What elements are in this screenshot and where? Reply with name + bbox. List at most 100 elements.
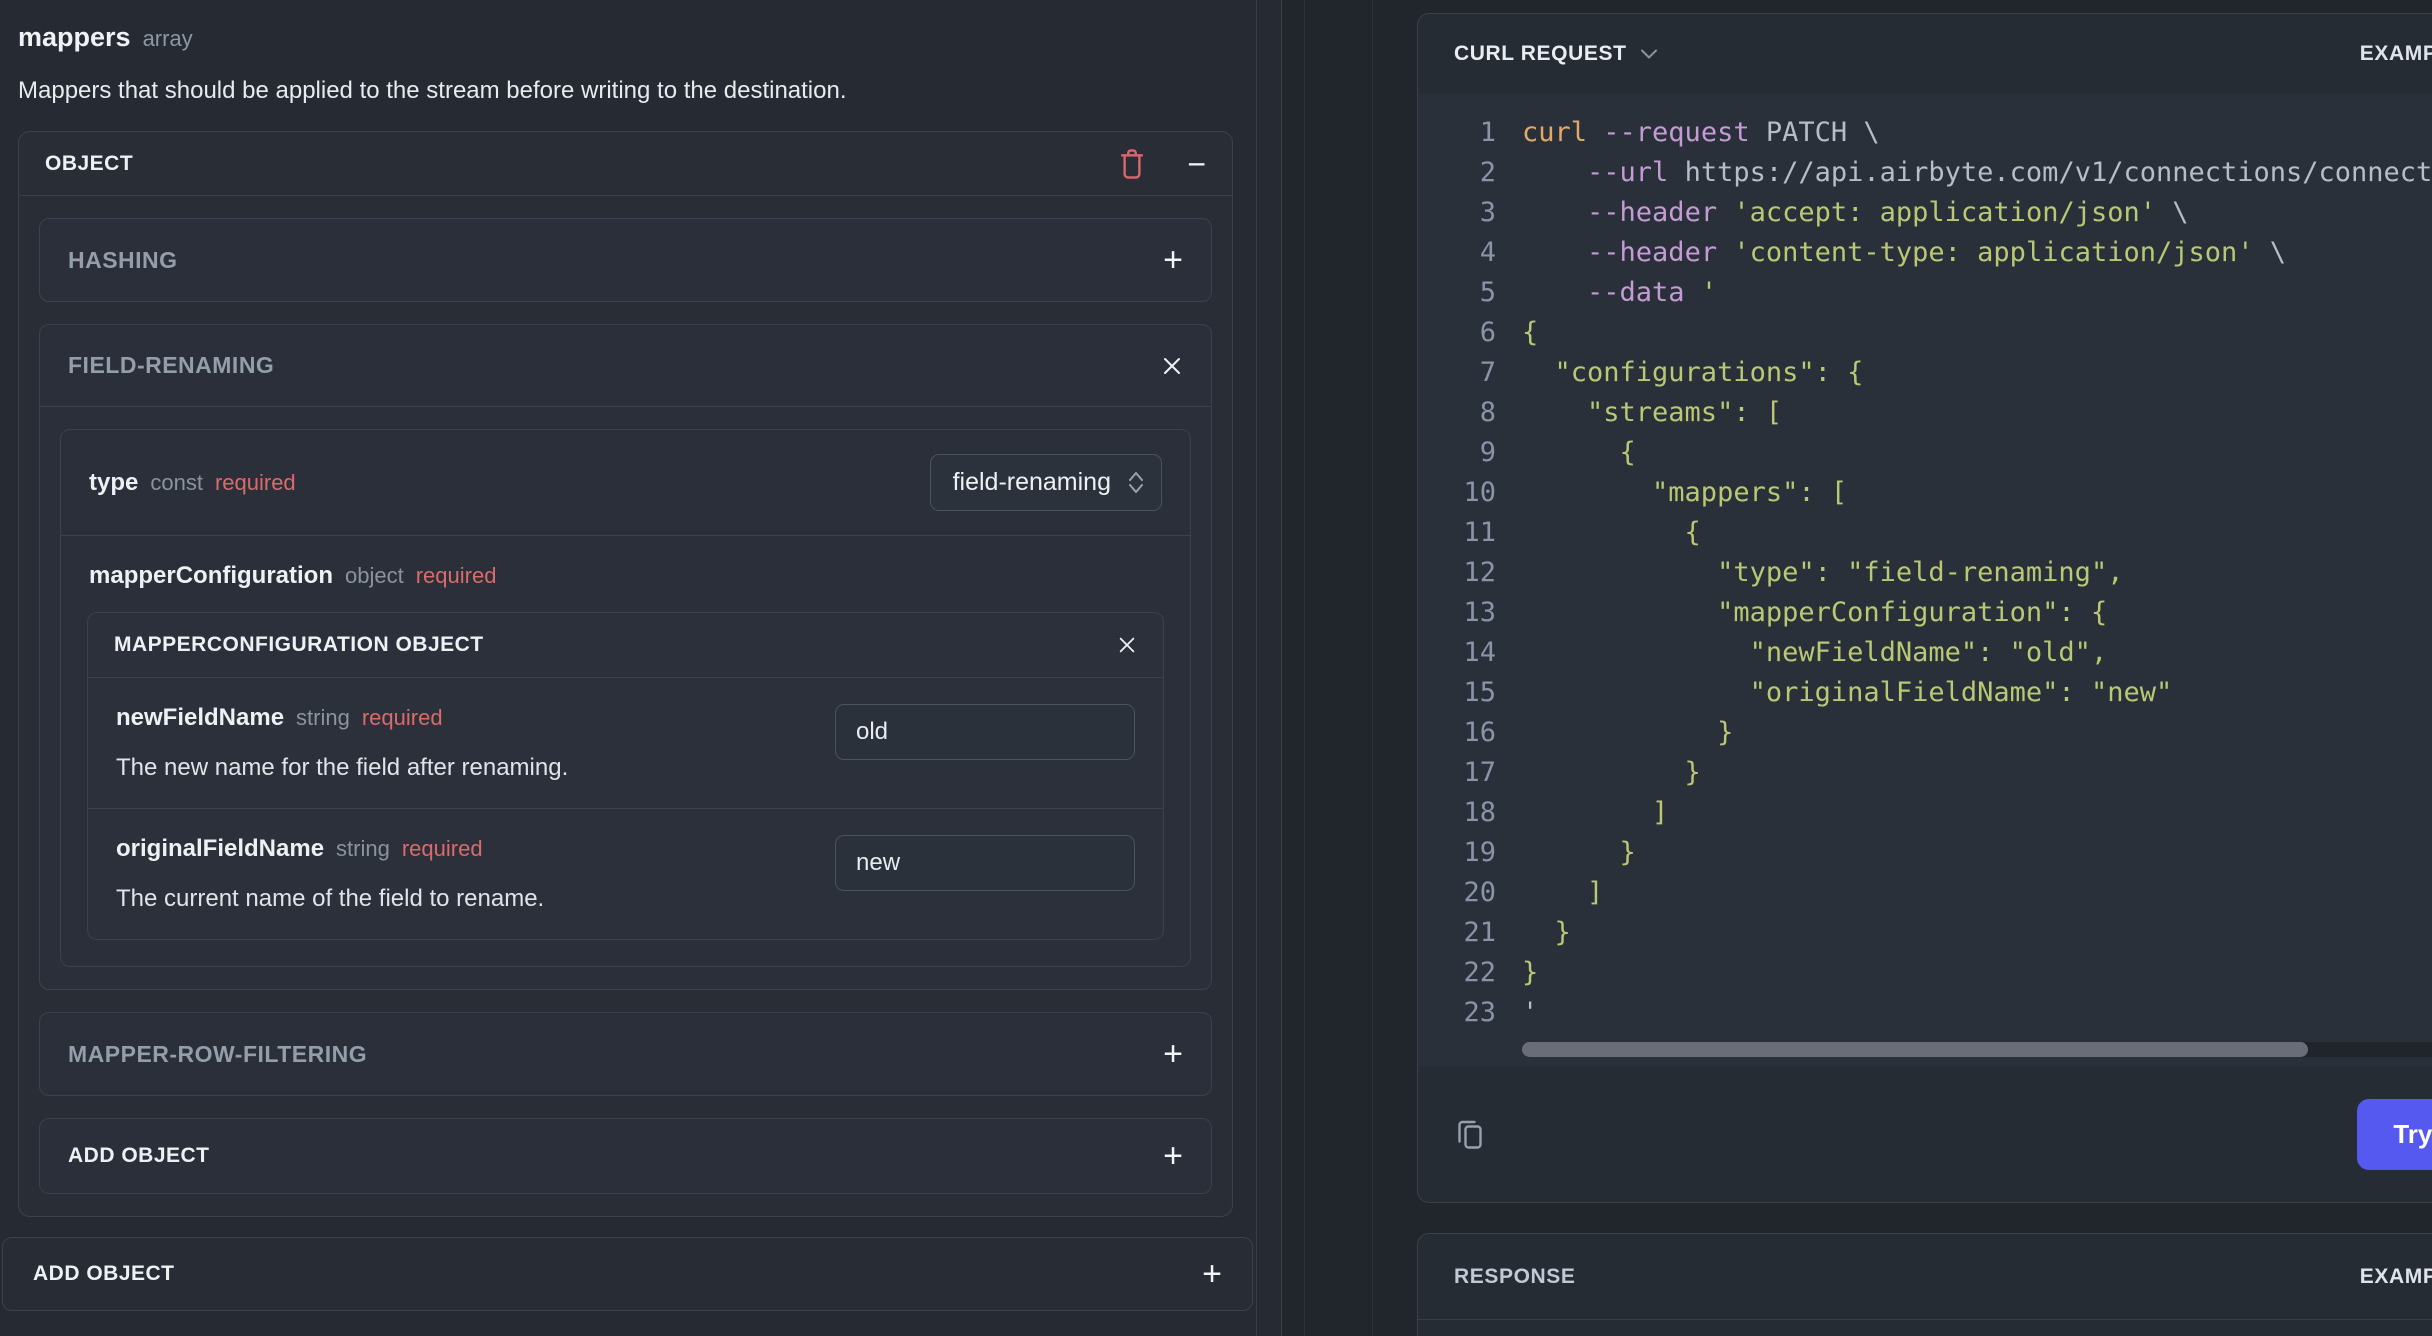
mapper-row-filtering-title: MAPPER-ROW-FILTERING	[68, 1040, 368, 1067]
code-line: 13 "mapperConfiguration": {	[1463, 596, 2108, 628]
hashing-header[interactable]: HASHING +	[40, 219, 1211, 301]
divider	[1372, 0, 1373, 1336]
copy-icon	[1458, 1120, 1482, 1149]
code-lines: 1 curl --request PATCH \ 2 --url https://a…	[1452, 112, 2432, 1032]
field-description: Mappers that should be applied to the st…	[18, 77, 847, 104]
type-field-required: required	[214, 469, 296, 495]
copy-button[interactable]	[1448, 1112, 1492, 1156]
response-card: RESPONSE EXAMPLES	[1417, 1233, 2432, 1336]
response-header: RESPONSE EXAMPLES	[1418, 1234, 2432, 1320]
mapper-configuration-row: mapperConfiguration object required	[61, 536, 1190, 612]
code-line: 16 }	[1463, 716, 1734, 748]
original-field-name-input[interactable]	[835, 835, 1135, 891]
minus-icon[interactable]: −	[1187, 148, 1206, 180]
code-line: 21 }	[1463, 916, 1571, 948]
hashing-title: HASHING	[68, 246, 178, 273]
add-object-outer-button[interactable]: ADD OBJECT +	[2, 1237, 1253, 1311]
code-line: 7 "configurations": {	[1479, 356, 1864, 388]
column-divider[interactable]	[1257, 0, 1282, 1336]
field-renaming-title: FIELD-RENAMING	[68, 352, 275, 378]
add-object-button[interactable]: ADD OBJECT +	[39, 1118, 1212, 1194]
curl-request-header: CURL REQUEST EXAMPLES	[1418, 14, 2432, 94]
original-field-name-row: originalFieldName string required The cu…	[88, 809, 1163, 939]
original-field-name-label: originalFieldName	[116, 835, 325, 862]
original-field-name-description: The current name of the field to rename.	[116, 885, 545, 912]
field-heading: mappers array	[18, 22, 1233, 53]
code-line: 22}	[1463, 956, 1539, 988]
code-line: 12 "type": "field-renaming",	[1463, 556, 2124, 588]
field-renaming-body: type const required field-renaming mappe…	[40, 407, 1211, 989]
mapper-configuration-kind: object	[345, 563, 404, 588]
code-line: 23 '	[1463, 996, 1539, 1028]
original-field-name-required: required	[401, 836, 483, 861]
examples-dropdown[interactable]: EXAMPLES	[2360, 42, 2432, 66]
trash-icon[interactable]	[1117, 148, 1147, 180]
examples-dropdown[interactable]: EXAMPLES	[2360, 1265, 2432, 1289]
curl-request-title: CURL REQUEST	[1454, 42, 1627, 65]
close-icon[interactable]	[1117, 635, 1137, 655]
code-line: 2 --url https://api.airbyte.com/v1/conne…	[1479, 156, 2432, 188]
original-field-name-kind: string	[336, 836, 390, 861]
new-field-name-row: newFieldName string required The new nam…	[88, 678, 1163, 808]
horizontal-scrollbar-thumb[interactable]	[1522, 1042, 2308, 1057]
code-line: 11 {	[1463, 516, 1701, 548]
new-field-name-description: The new name for the field after renamin…	[116, 754, 569, 781]
response-title: RESPONSE	[1454, 1264, 1576, 1288]
field-renaming-form: type const required field-renaming mappe…	[60, 429, 1191, 967]
plus-icon[interactable]: +	[1163, 1037, 1183, 1071]
code-line: 20 ]	[1463, 876, 1604, 908]
code-line: 3 --header 'accept: application/json' \	[1479, 196, 2189, 228]
mapper-configuration-label: mapperConfiguration	[89, 562, 333, 589]
code-line: 5 --data '	[1479, 276, 1718, 308]
code-line: 10 "mappers": [	[1463, 476, 1848, 508]
response-body	[1418, 1320, 2432, 1336]
object-panel-body: HASHING + FIELD-RENAMING type const requ…	[19, 196, 1232, 1216]
divider	[1304, 0, 1305, 1336]
code-line: 1 curl --request PATCH \	[1479, 116, 1880, 148]
code-line: 8 "streams": [	[1479, 396, 1783, 428]
field-renaming-section: FIELD-RENAMING type const required field…	[39, 324, 1212, 990]
curl-request-footer: Try It!	[1418, 1066, 2432, 1202]
new-field-name-required: required	[361, 705, 443, 730]
mapper-configuration-required: required	[415, 563, 497, 588]
field-renaming-header[interactable]: FIELD-RENAMING	[40, 325, 1211, 407]
mapper-row-filtering-header[interactable]: MAPPER-ROW-FILTERING +	[40, 1013, 1211, 1095]
new-field-name-input[interactable]	[835, 704, 1135, 760]
code-line: 9 {	[1479, 436, 1636, 468]
field-name: mappers	[18, 22, 131, 52]
new-field-name-label: newFieldName	[116, 704, 285, 731]
plus-icon[interactable]: +	[1163, 1139, 1183, 1173]
add-object-outer-label: ADD OBJECT	[33, 1262, 175, 1285]
plus-icon[interactable]: +	[1163, 243, 1183, 277]
curl-request-dropdown[interactable]: CURL REQUEST	[1454, 42, 1657, 66]
type-select-value: field-renaming	[952, 468, 1111, 496]
plus-icon[interactable]: +	[1202, 1257, 1222, 1291]
code-line: 6{	[1479, 316, 1539, 348]
try-it-button[interactable]: Try It!	[2357, 1098, 2432, 1170]
type-field-label: type	[89, 468, 139, 496]
hashing-section: HASHING +	[39, 218, 1212, 302]
chevron-down-icon	[1640, 49, 1657, 59]
code-line: 14 "newFieldName": "old",	[1463, 636, 2108, 668]
code-line: 18 ]	[1463, 796, 1669, 828]
chevron-updown-icon	[1129, 472, 1143, 493]
code-line: 19 }	[1463, 836, 1636, 868]
new-field-name-kind: string	[296, 705, 350, 730]
type-select[interactable]: field-renaming	[929, 454, 1162, 511]
mapper-configuration-panel-header: MAPPERCONFIGURATION OBJECT	[88, 613, 1163, 678]
type-field-row: type const required field-renaming	[61, 430, 1190, 535]
code-line: 4 --header 'content-type: application/js…	[1479, 236, 2287, 268]
code-block[interactable]: 1 curl --request PATCH \ 2 --url https://a…	[1418, 94, 2432, 1066]
page: mappers array Mappers that should be app…	[0, 0, 2432, 1336]
request-preview-column: CURL REQUEST EXAMPLES 1curl --request PA…	[1282, 0, 2432, 1336]
horizontal-scrollbar-track[interactable]	[1522, 1042, 2432, 1057]
close-icon[interactable]	[1161, 355, 1183, 377]
type-field-kind: const	[150, 469, 203, 495]
curl-request-card: CURL REQUEST EXAMPLES 1curl --request PA…	[1417, 13, 2432, 1203]
field-type: array	[142, 26, 193, 51]
code-line: 15 "originalFieldName": "new"	[1463, 676, 2173, 708]
code-line: 17 }	[1463, 756, 1701, 788]
add-object-label: ADD OBJECT	[68, 1144, 210, 1167]
object-panel-header: OBJECT −	[19, 132, 1232, 196]
mapper-configuration-panel: MAPPERCONFIGURATION OBJECT newFieldName …	[87, 612, 1164, 940]
